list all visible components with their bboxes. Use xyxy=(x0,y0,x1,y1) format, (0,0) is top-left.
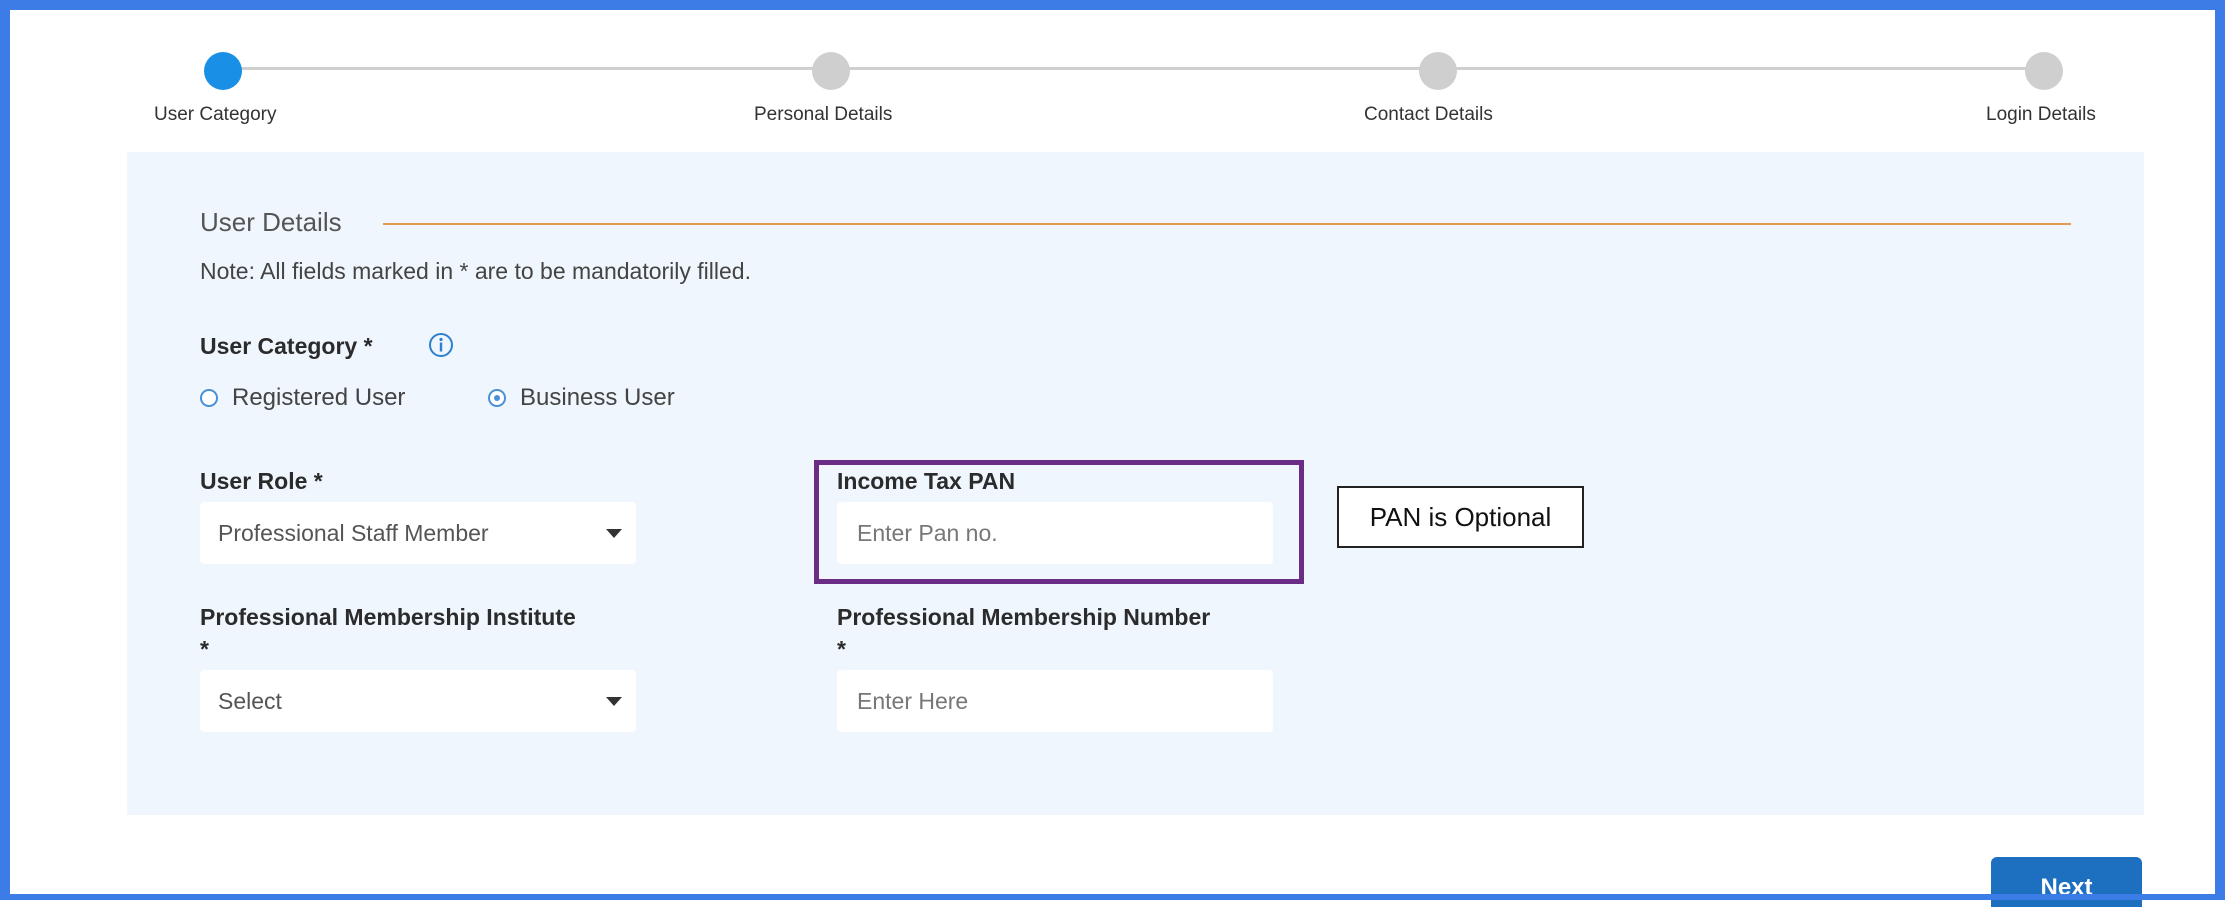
user-role-select[interactable]: Professional Staff Member xyxy=(200,502,636,564)
user-category-label: User Category * xyxy=(200,333,373,359)
radio-business-user[interactable]: Business User xyxy=(488,384,675,412)
radio-circle-registered[interactable] xyxy=(200,389,218,407)
radio-circle-business[interactable] xyxy=(488,389,506,407)
chevron-down-icon xyxy=(606,529,622,538)
step-label-contact-details: Contact Details xyxy=(1364,104,1493,125)
pan-optional-callout: PAN is Optional xyxy=(1337,486,1584,548)
section-title: User Details xyxy=(200,207,342,237)
membership-number-input-wrapper[interactable] xyxy=(837,670,1273,732)
membership-number-input[interactable] xyxy=(855,686,1273,716)
membership-number-required-mark: * xyxy=(837,636,846,662)
radio-registered-user[interactable]: Registered User xyxy=(200,384,405,412)
step-dot-user-category[interactable] xyxy=(204,52,242,90)
step-label-user-category: User Category xyxy=(154,104,277,125)
info-icon[interactable] xyxy=(428,332,454,358)
chevron-down-icon xyxy=(606,697,622,706)
institute-value: Select xyxy=(218,687,282,714)
mandatory-note: Note: All fields marked in * are to be m… xyxy=(200,258,751,284)
institute-required-mark: * xyxy=(200,636,209,662)
institute-select[interactable]: Select xyxy=(200,670,636,732)
step-dot-personal-details[interactable] xyxy=(812,52,850,90)
pan-highlight-box xyxy=(814,460,1304,584)
step-label-login-details: Login Details xyxy=(1986,104,2096,125)
step-dot-login-details[interactable] xyxy=(2025,52,2063,90)
step-dot-contact-details[interactable] xyxy=(1419,52,1457,90)
progress-stepper: User Category Personal Details Contact D… xyxy=(0,0,2225,140)
stepper-track xyxy=(223,67,2049,70)
institute-label: Professional Membership Institute xyxy=(200,604,576,630)
radio-label-business: Business User xyxy=(520,384,675,411)
user-role-label: User Role * xyxy=(200,468,323,494)
user-role-value: Professional Staff Member xyxy=(218,519,489,546)
section-divider xyxy=(383,223,2071,225)
radio-label-registered: Registered User xyxy=(232,384,406,411)
membership-number-label: Professional Membership Number xyxy=(837,604,1211,630)
step-label-personal-details: Personal Details xyxy=(754,104,893,125)
